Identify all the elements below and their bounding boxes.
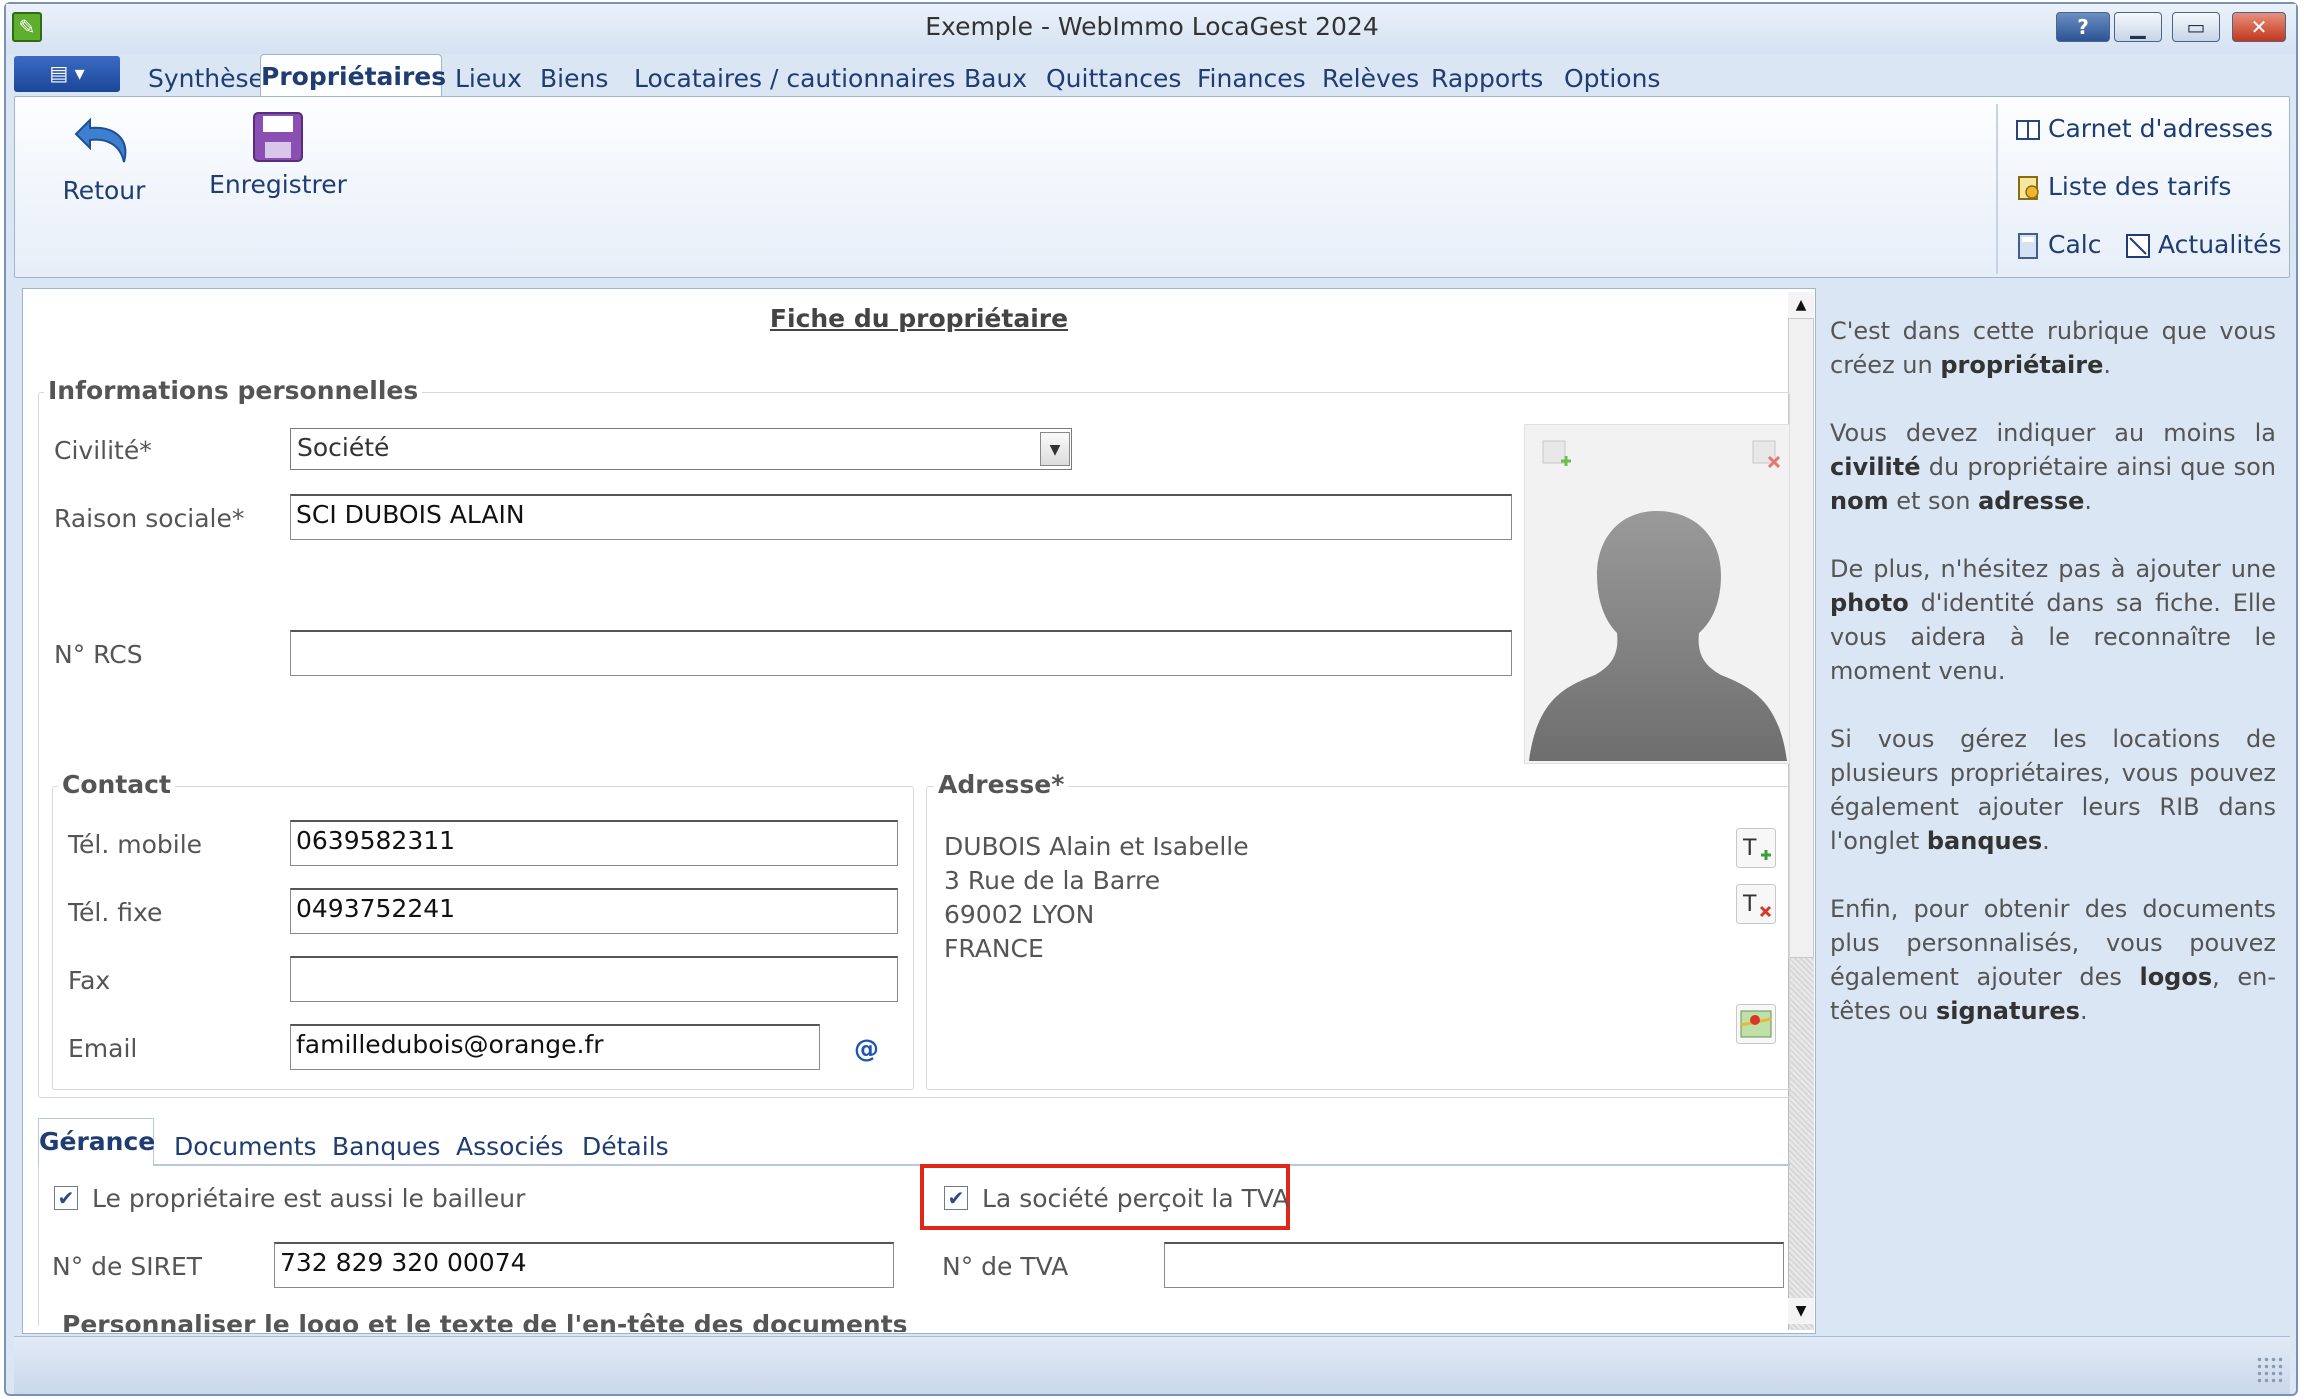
app-window: ✎ Exemple - WebImmo LocaGest 2024 ? ▁ ▭ … — [0, 0, 2304, 1400]
tarifs-link[interactable]: Liste des tarifs — [2014, 172, 2231, 202]
siret-input[interactable]: 732 829 320 00074 — [274, 1242, 894, 1288]
tab-finances[interactable]: Finances — [1197, 64, 1306, 98]
adresse-line: 3 Rue de la Barre — [944, 866, 1161, 895]
status-bar — [14, 1336, 2290, 1394]
fixe-input[interactable]: 0493752241 — [290, 888, 898, 934]
adresse-line: DUBOIS Alain et Isabelle — [944, 832, 1249, 861]
tab-locataires[interactable]: Locataires / cautionnaires — [634, 64, 955, 98]
ntva-input[interactable] — [1164, 1242, 1784, 1288]
retour-label: Retour — [62, 176, 146, 205]
edit-address-button[interactable]: T — [1736, 828, 1776, 868]
email-input[interactable]: familledubois@orange.fr — [290, 1024, 820, 1070]
calculator-icon — [2018, 233, 2038, 259]
undo-icon — [74, 117, 127, 163]
perso-title: Personnaliser le logo et le texte de l'e… — [58, 1310, 1780, 1332]
raison-label: Raison sociale* — [54, 504, 245, 533]
tarifs-label: Liste des tarifs — [2048, 172, 2232, 201]
calc-link[interactable]: Calc — [2014, 230, 2101, 260]
rcs-label: N° RCS — [54, 640, 143, 669]
ntva-label: N° de TVA — [942, 1252, 1069, 1281]
fiche-title: Fiche du propriétaire — [769, 304, 1069, 333]
actualites-link[interactable]: Actualités — [2124, 230, 2281, 260]
chevron-down-icon[interactable]: ▼ — [1040, 432, 1070, 466]
help-panel: C'est dans cette rubrique que vous créez… — [1830, 314, 2276, 1062]
email-label: Email — [68, 1034, 138, 1063]
resize-grip-icon[interactable] — [2256, 1356, 2284, 1384]
help-button[interactable]: ? — [2056, 12, 2110, 42]
help-paragraph: Vous devez indiquer au moins la civilité… — [1830, 419, 2276, 515]
tab-associes[interactable]: Associés — [456, 1132, 564, 1161]
rcs-input[interactable] — [290, 630, 1512, 676]
enregistrer-label: Enregistrer — [209, 170, 347, 199]
app-menu-button[interactable]: ▤ ▾ — [14, 56, 120, 92]
delete-text-icon: T — [1742, 892, 1772, 918]
tab-options[interactable]: Options — [1564, 64, 1660, 98]
tab-synthese[interactable]: Synthèse — [148, 64, 264, 98]
enregistrer-button[interactable]: Enregistrer — [208, 110, 348, 210]
bailleur-checkbox[interactable]: ✔ — [54, 1186, 78, 1210]
map-button[interactable] — [1736, 1004, 1776, 1044]
tva-checkbox[interactable]: ✔ — [944, 1186, 968, 1210]
adresse-title: Adresse* — [934, 770, 1069, 799]
fax-input[interactable] — [290, 956, 898, 1002]
person-silhouette-icon — [1529, 511, 1787, 761]
tab-baux[interactable]: Baux — [964, 64, 1027, 98]
news-icon — [2126, 234, 2150, 258]
carnet-label: Carnet d'adresses — [2048, 114, 2274, 143]
svg-text:T: T — [1742, 892, 1757, 917]
delete-photo-icon[interactable] — [1749, 437, 1783, 471]
fax-label: Fax — [68, 966, 111, 995]
carnet-link[interactable]: Carnet d'adresses — [2014, 114, 2273, 144]
save-icon — [253, 112, 303, 162]
address-book-icon — [2016, 120, 2040, 140]
tab-proprietaires[interactable]: Propriétaires — [260, 54, 446, 100]
scroll-down-icon[interactable]: ▼ — [1788, 1298, 1814, 1324]
tab-documents[interactable]: Documents — [174, 1132, 317, 1161]
minimize-button[interactable]: ▁ — [2114, 12, 2162, 42]
adresse-line: FRANCE — [944, 934, 1044, 963]
siret-label: N° de SIRET — [52, 1252, 203, 1281]
civilite-label: Civilité* — [54, 436, 152, 465]
actualites-label: Actualités — [2158, 230, 2282, 259]
retour-button[interactable]: Retour — [52, 110, 156, 210]
tab-releves[interactable]: Relèves — [1322, 64, 1419, 98]
tab-banques[interactable]: Banques — [332, 1132, 440, 1161]
help-paragraph: C'est dans cette rubrique que vous créez… — [1830, 317, 2276, 379]
ribbon-panel — [14, 96, 2290, 278]
civilite-select[interactable]: Société — [290, 428, 1072, 470]
mobile-label: Tél. mobile — [68, 830, 203, 859]
perso-title-clip: Personnaliser le logo et le texte de l'e… — [40, 1310, 1780, 1332]
tab-lieux[interactable]: Lieux — [455, 64, 522, 98]
add-text-icon: T — [1742, 836, 1771, 861]
help-paragraph: Si vous gérez les locations de plusieurs… — [1830, 725, 2276, 855]
tab-rapports[interactable]: Rapports — [1431, 64, 1543, 98]
adresse-line: 69002 LYON — [944, 900, 1095, 929]
help-paragraph: De plus, n'hésitez pas à ajouter une pho… — [1830, 555, 2276, 685]
tab-gerance[interactable]: Gérance — [38, 1118, 155, 1166]
tab-quittances[interactable]: Quittances — [1046, 64, 1181, 98]
fixe-label: Tél. fixe — [68, 898, 163, 927]
clear-address-button[interactable]: T — [1736, 884, 1776, 924]
mobile-input[interactable]: 0639582311 — [290, 820, 898, 866]
close-button[interactable]: ✕ — [2232, 12, 2286, 42]
svg-text:T: T — [1742, 836, 1757, 861]
bailleur-label: Le propriétaire est aussi le bailleur — [92, 1184, 526, 1213]
help-paragraph: Enfin, pour obtenir des documents plus p… — [1830, 895, 2276, 1025]
scrollbar-thumb[interactable] — [1788, 318, 1814, 958]
add-photo-icon[interactable] — [1539, 437, 1573, 471]
maximize-button[interactable]: ▭ — [2172, 12, 2220, 42]
window-title: Exemple - WebImmo LocaGest 2024 — [925, 12, 1379, 41]
email-send-icon[interactable]: @ — [854, 1034, 879, 1063]
tab-biens[interactable]: Biens — [540, 64, 608, 98]
raison-sociale-input[interactable]: SCI DUBOIS ALAIN — [290, 494, 1512, 540]
ribbon-separator — [1996, 104, 1998, 274]
price-list-icon — [2018, 176, 2039, 200]
calc-label: Calc — [2048, 230, 2102, 259]
photo-box[interactable] — [1524, 424, 1790, 764]
contact-title: Contact — [58, 770, 175, 799]
tab-details[interactable]: Détails — [582, 1132, 669, 1161]
map-icon — [1740, 1010, 1772, 1038]
infos-title: Informations personnelles — [44, 376, 423, 405]
tva-label: La société perçoit la TVA — [982, 1184, 1290, 1213]
